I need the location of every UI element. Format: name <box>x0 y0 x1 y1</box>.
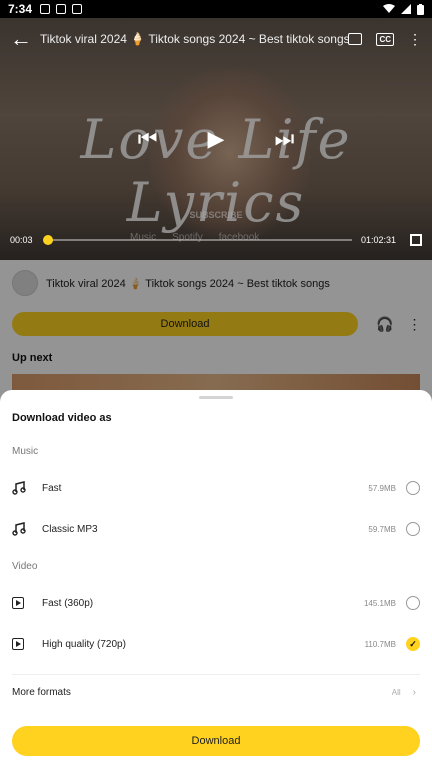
inline-download-button[interactable]: Download <box>12 312 358 336</box>
more-formats-row[interactable]: More formats All › <box>0 680 432 704</box>
more-icon[interactable]: ⋮ <box>407 316 421 333</box>
option-size: 59.7MB <box>368 524 396 534</box>
text-notification-icon <box>72 4 83 14</box>
progress-bar: 00:03 01:02:31 <box>0 230 432 250</box>
seek-bar[interactable] <box>42 235 352 245</box>
more-formats-value: All <box>391 687 401 697</box>
notification-icon <box>40 4 51 14</box>
notification-icons <box>40 4 83 14</box>
more-options-icon[interactable]: ⋮ <box>408 31 422 48</box>
back-arrow-icon[interactable]: ← <box>10 26 36 52</box>
status-bar: 7:34 <box>0 0 432 18</box>
option-label: Fast (360p) <box>42 597 94 609</box>
download-sheet: Download video as Music Fast 57.9MB Clas… <box>0 390 432 768</box>
previous-icon[interactable]: ⏮ <box>138 126 158 152</box>
sheet-handle[interactable] <box>199 396 233 399</box>
headphones-icon[interactable]: 🎧 <box>376 316 393 333</box>
radio-button[interactable] <box>406 522 420 536</box>
video-section-label: Video <box>12 561 38 572</box>
video-top-bar: ← Tiktok viral 2024 🍦 Tiktok songs 2024 … <box>0 24 432 54</box>
radio-button[interactable] <box>406 596 420 610</box>
music-note-icon <box>12 481 42 495</box>
option-video-high-quality[interactable]: High quality (720p) 110.7MB ✓ <box>0 625 432 663</box>
video-details-title: Tiktok viral 2024 🍦 Tiktok songs 2024 ~ … <box>46 277 330 290</box>
music-note-icon <box>12 522 42 536</box>
playback-controls: ⏮ ▶ ⏭ <box>0 126 432 152</box>
fullscreen-icon[interactable] <box>410 234 422 246</box>
more-formats-label: More formats <box>12 686 71 698</box>
option-label: High quality (720p) <box>42 638 126 650</box>
cast-icon[interactable] <box>348 33 363 45</box>
up-next-heading: Up next <box>12 352 53 364</box>
option-label: Classic MP3 <box>42 523 98 535</box>
video-top-icons: CC ⋮ <box>348 31 422 48</box>
status-time: 7:34 <box>8 2 33 16</box>
option-label: Fast <box>42 482 62 494</box>
option-music-fast[interactable]: Fast 57.9MB <box>0 469 432 507</box>
time-current: 00:03 <box>10 235 33 245</box>
video-player[interactable]: Love Life Lyrics SUBSCRIBE Music Spotify… <box>0 18 432 260</box>
battery-icon <box>417 3 424 15</box>
sheet-title: Download video as <box>12 412 112 424</box>
music-section-label: Music <box>12 446 39 457</box>
option-video-fast[interactable]: Fast (360p) 145.1MB <box>0 584 432 622</box>
play-icon[interactable]: ▶ <box>208 126 225 152</box>
option-size: 110.7MB <box>364 639 396 649</box>
divider <box>12 674 420 675</box>
play-box-icon <box>12 597 42 609</box>
radio-button-checked[interactable]: ✓ <box>406 637 420 651</box>
play-box-icon <box>12 638 42 650</box>
option-music-classic-mp3[interactable]: Classic MP3 59.7MB <box>0 510 432 548</box>
time-total: 01:02:31 <box>360 235 396 245</box>
wifi-icon <box>383 4 395 13</box>
video-title: Tiktok viral 2024 🍦 Tiktok songs 2024 ~ … <box>40 32 349 46</box>
radio-button[interactable] <box>406 481 420 495</box>
check-icon: ✓ <box>409 638 417 649</box>
avatar[interactable] <box>12 270 38 296</box>
option-size: 57.9MB <box>368 483 396 493</box>
seek-bar-knob[interactable] <box>42 235 53 245</box>
next-icon[interactable]: ⏭ <box>274 126 294 152</box>
download-button[interactable]: Download <box>12 726 420 756</box>
image-notification-icon <box>56 4 67 14</box>
system-icons <box>383 3 424 15</box>
video-info-row: Tiktok viral 2024 🍦 Tiktok songs 2024 ~ … <box>12 270 422 296</box>
action-row: Download 🎧 ⋮ <box>12 312 422 336</box>
chevron-right-icon: › <box>412 686 416 698</box>
option-size: 145.1MB <box>363 598 396 608</box>
cc-icon[interactable]: CC <box>376 32 394 46</box>
signal-icon <box>401 4 411 14</box>
